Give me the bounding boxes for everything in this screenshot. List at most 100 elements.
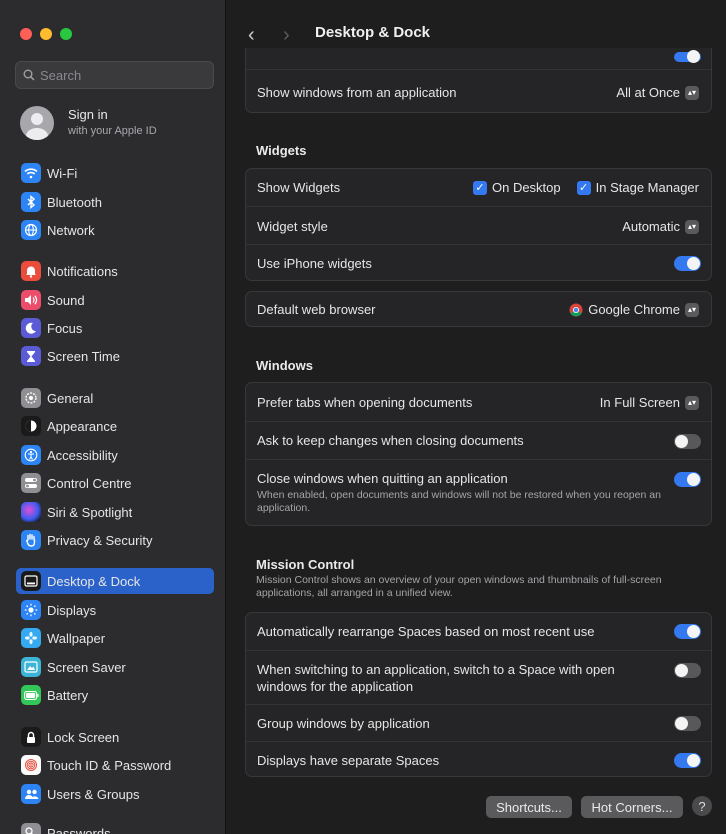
sidebar-item-label: Focus	[47, 320, 83, 336]
close-button[interactable]	[20, 28, 32, 40]
sidebar-item-users-groups[interactable]: Users & Groups	[16, 781, 214, 807]
iphone-widgets-toggle[interactable]	[674, 256, 701, 271]
hot-corners-button[interactable]: Hot Corners...	[581, 796, 683, 818]
sidebar-item-accessibility[interactable]: Accessibility	[16, 442, 214, 468]
sidebar-item-bluetooth[interactable]: Bluetooth	[16, 189, 214, 215]
zoom-button[interactable]	[60, 28, 72, 40]
flower-icon	[21, 628, 41, 648]
switch-space-label: When switching to an application, switch…	[257, 662, 615, 694]
sidebar-item-displays[interactable]: Displays	[16, 597, 214, 623]
show-widgets-row: Show Widgets ✓ On Desktop ✓ In Stage Man…	[246, 169, 711, 206]
windows-section-title: Windows	[256, 358, 313, 373]
sidebar-item-label: Sound	[47, 292, 85, 308]
sidebar-item-label: Wallpaper	[47, 630, 106, 646]
stepper-icon: ▴▾	[685, 219, 699, 234]
sidebar-item-label: Accessibility	[47, 447, 118, 463]
sidebar-item-label: Siri & Spotlight	[47, 504, 133, 520]
globe-icon	[21, 220, 41, 240]
prefer-tabs-select[interactable]: In Full Screen ▴▾	[600, 395, 699, 410]
close-windows-row: Close windows when quitting an applicati…	[246, 459, 711, 527]
avatar	[20, 106, 54, 140]
switch-space-toggle[interactable]	[674, 663, 701, 678]
sidebar-item-screen-saver[interactable]: Screen Saver	[16, 654, 214, 680]
sidebar-item-focus[interactable]: Focus	[16, 315, 214, 341]
person-icon	[26, 113, 48, 140]
stage-manager-checkbox[interactable]: ✓	[576, 180, 591, 195]
switches-icon	[21, 473, 41, 493]
back-chevron-icon[interactable]: ‹	[248, 24, 255, 47]
sidebar-item-wifi[interactable]: Wi-Fi	[16, 160, 214, 186]
show-windows-select[interactable]: All at Once ▴▾	[616, 85, 699, 100]
settings-window: Search Sign in with your Apple ID Wi-Fi …	[0, 0, 726, 834]
apple-id-signin[interactable]: Sign in with your Apple ID	[20, 106, 157, 140]
sidebar-item-control-centre[interactable]: Control Centre	[16, 470, 214, 496]
browser-group: Default web browser Google Chrome ▴▾	[245, 291, 712, 327]
sidebar-item-label: Wi-Fi	[47, 165, 78, 181]
default-browser-value: Google Chrome	[588, 302, 680, 317]
forward-chevron-icon[interactable]: ›	[283, 24, 290, 47]
shortcuts-button[interactable]: Shortcuts...	[486, 796, 572, 818]
sidebar-item-appearance[interactable]: Appearance	[16, 413, 214, 439]
close-windows-description: When enabled, open documents and windows…	[257, 489, 661, 514]
close-windows-label: Close windows when quitting an applicati…	[257, 471, 508, 486]
sidebar-item-screen-time[interactable]: Screen Time	[16, 343, 214, 369]
sidebar-item-general[interactable]: General	[16, 385, 214, 411]
partial-toggle[interactable]	[674, 50, 701, 63]
sidebar-item-label: Privacy & Security	[47, 532, 153, 548]
sun-icon	[21, 600, 41, 620]
sidebar-item-label: Desktop & Dock	[47, 573, 141, 589]
sidebar-item-touch-id[interactable]: Touch ID & Password	[16, 752, 214, 778]
account-title: Sign in	[68, 107, 108, 122]
rearrange-spaces-toggle[interactable]	[674, 624, 701, 639]
ask-keep-row: Ask to keep changes when closing documen…	[246, 421, 711, 459]
sidebar-item-desktop-dock[interactable]: Desktop & Dock	[16, 568, 214, 594]
close-windows-toggle[interactable]	[674, 472, 701, 487]
rearrange-spaces-label: Automatically rearrange Spaces based on …	[257, 624, 595, 639]
sidebar-item-wallpaper[interactable]: Wallpaper	[16, 625, 214, 651]
separate-spaces-toggle[interactable]	[674, 753, 701, 768]
chrome-icon	[569, 303, 583, 316]
minimize-button[interactable]	[40, 28, 52, 40]
widget-style-value: Automatic	[622, 219, 680, 234]
group-windows-label: Group windows by application	[257, 716, 430, 731]
widgets-section-title: Widgets	[256, 143, 307, 158]
stepper-icon: ▴▾	[685, 395, 699, 410]
traffic-lights	[20, 28, 72, 40]
on-desktop-label: On Desktop	[491, 180, 561, 195]
show-widgets-label: Show Widgets	[257, 180, 341, 195]
sidebar-item-label: Screen Time	[47, 348, 120, 364]
sidebar-item-sound[interactable]: Sound	[16, 287, 214, 313]
widget-style-label: Widget style	[257, 219, 328, 234]
mission-control-group: Automatically rearrange Spaces based on …	[245, 612, 712, 777]
users-icon	[21, 784, 41, 804]
default-browser-select[interactable]: Google Chrome ▴▾	[569, 302, 699, 317]
bell-icon	[21, 261, 41, 281]
widget-style-select[interactable]: Automatic ▴▾	[622, 219, 699, 234]
top-settings-group: Show windows from an application All at …	[245, 48, 712, 113]
switch-space-row: When switching to an application, switch…	[246, 650, 711, 704]
search-placeholder: Search	[40, 67, 82, 83]
lock-icon	[21, 727, 41, 747]
sidebar-item-notifications[interactable]: Notifications	[16, 258, 214, 284]
sidebar-item-passwords[interactable]: Passwords	[16, 820, 214, 834]
search-input[interactable]: Search	[15, 61, 214, 89]
group-windows-toggle[interactable]	[674, 716, 701, 731]
speaker-icon	[21, 290, 41, 310]
ask-keep-toggle[interactable]	[674, 434, 701, 449]
hand-icon	[21, 530, 41, 550]
mission-control-description: Mission Control shows an overview of you…	[256, 574, 662, 599]
sidebar-item-siri-spotlight[interactable]: Siri & Spotlight	[16, 499, 214, 525]
key-icon	[21, 823, 41, 834]
sidebar-item-battery[interactable]: Battery	[16, 682, 214, 708]
accessibility-icon	[21, 445, 41, 465]
sidebar-item-lock-screen[interactable]: Lock Screen	[16, 724, 214, 750]
sidebar-item-network[interactable]: Network	[16, 217, 214, 243]
default-browser-label: Default web browser	[257, 302, 376, 317]
widget-style-row: Widget style Automatic ▴▾	[246, 206, 711, 244]
sidebar-item-label: Touch ID & Password	[47, 757, 172, 773]
sidebar-item-label: Users & Groups	[47, 786, 140, 802]
sidebar-item-privacy-security[interactable]: Privacy & Security	[16, 527, 214, 553]
on-desktop-checkbox[interactable]: ✓	[472, 180, 487, 195]
help-button[interactable]: ?	[692, 796, 712, 816]
sidebar-item-label: Control Centre	[47, 475, 132, 491]
